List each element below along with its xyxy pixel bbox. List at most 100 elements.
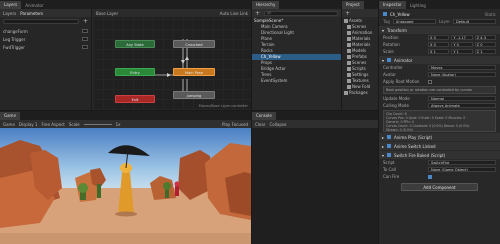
tab-animator[interactable]: Animator [21,2,47,9]
animator-graph[interactable]: Base Layer Auto Live Link Any State Crou… [93,9,251,110]
subtab-parameters[interactable]: Parameters [20,11,43,16]
rotation-x[interactable]: X 0 [428,42,450,47]
tab-layers[interactable]: Layers [0,1,22,9]
can-fire-checkbox[interactable] [428,174,432,179]
update-mode-dropdown[interactable]: Normal [428,96,496,101]
component-enabled-checkbox[interactable] [387,144,392,148]
folder-icon [347,37,351,41]
avatar-field[interactable]: None (Avatar) [428,72,496,77]
param-search[interactable] [3,19,79,24]
component-title: Switch Fire Baked (Script) [394,152,446,158]
folder-icon [347,73,351,77]
project-panel: Project + Assets Scenes Animation Materi… [342,0,378,110]
state-crouched[interactable]: Crouched [173,40,215,48]
parameters-column: Layers Parameters + changeForm Leg Trigg… [0,9,92,110]
display-mode-dropdown[interactable]: Game [3,122,15,127]
state-any-state[interactable]: Any State [115,40,155,48]
play-focused-dropdown[interactable]: Play Focused [222,122,248,127]
component-title: Anime Switch Linked [394,143,436,149]
folder-icon [344,91,348,95]
object-name[interactable]: Ch_Yellow [390,12,482,17]
param-row[interactable]: FwdTrigger [0,43,91,51]
game-panel: Game Game Display 1 Free Aspect Scale 1x… [0,111,251,244]
clip-info-box: Clip Count: 6 Curves Pos: 0 Quat: 0 Eule… [383,110,496,132]
component-enabled-checkbox[interactable] [387,135,392,139]
chevron-right-icon: ▸ [382,134,385,140]
hierarchy-search[interactable]: All [264,10,338,16]
console-tabbar: Console [252,111,378,120]
hierarchy-toolbar: + All [252,9,341,17]
rotation-z[interactable]: Z 0 [474,42,496,47]
add-parameter-icon[interactable]: + [83,18,88,25]
create-asset-icon[interactable]: + [345,10,350,17]
scale-label: Scale [68,121,80,127]
component-enabled-checkbox[interactable] [387,153,392,157]
param-name: Leg Trigger [3,36,26,42]
tag-dropdown[interactable]: Untagged [392,19,436,24]
root-motion-checkbox[interactable] [428,79,432,84]
game-viewport[interactable] [0,128,251,244]
animator-enabled-checkbox[interactable] [387,58,392,62]
position-y[interactable]: Y -1.17 [451,35,473,40]
state-entry[interactable]: Entry [115,68,155,76]
tab-game[interactable]: Game [0,112,20,120]
project-folder[interactable]: Packages [342,90,378,96]
console-log-area[interactable] [252,128,378,244]
param-list: changeForm Leg Trigger FwdTrigger [0,27,91,51]
scale-slider[interactable] [83,123,112,125]
subtab-layers[interactable]: Layers [3,11,16,16]
tab-hierarchy[interactable]: Hierarchy [252,1,280,9]
to-call-field[interactable]: None (Game Object) [428,167,496,172]
controller-field[interactable]: Moves [428,65,496,70]
param-row[interactable]: Leg Trigger [0,35,91,43]
tab-project[interactable]: Project [342,1,364,9]
script-field[interactable]: SwitchFire [428,160,496,165]
rotation-row: Rotation X 0 Y 0 Z 0 [379,41,500,48]
state-main-pose[interactable]: Main Pose [173,68,215,76]
param-row[interactable]: changeForm [0,27,91,35]
tab-lighting[interactable]: Lighting [406,2,430,9]
rotation-y[interactable]: Y 0 [451,42,473,47]
culling-mode-dropdown[interactable]: Always Animate [428,103,496,108]
component-header[interactable]: ▸ Anima Play (Script) [379,133,500,141]
position-z[interactable]: Z 4.3 [474,35,496,40]
position-x[interactable]: X 0 [428,35,450,40]
transform-header[interactable]: ▾ Transform [379,26,500,34]
animator-component-title: Animator [394,57,413,63]
project-tabbar: Project [342,0,378,9]
folder-icon [347,79,351,83]
aspect-dropdown[interactable]: Free Aspect [41,122,64,127]
component-header[interactable]: ▸ Anime Switch Linked [379,142,500,150]
active-checkbox[interactable] [383,12,387,16]
tab-inspector[interactable]: Inspector [379,1,406,9]
param-value[interactable] [82,29,88,33]
param-name: FwdTrigger [3,44,25,50]
animator-component-header[interactable]: ▾ Animator [379,56,500,64]
console-clear-button[interactable]: Clear [255,122,265,127]
culling-mode-row: Culling Mode Always Animate [379,102,500,109]
state-jumping[interactable]: Jumping [173,91,215,99]
root-motion-note: Root position or rotation are controlled… [383,86,496,94]
layer-dropdown[interactable]: Default [452,19,496,24]
state-exit[interactable]: Exit [115,95,155,103]
display-dropdown[interactable]: Display 1 [19,122,38,127]
hierarchy-row[interactable]: EventSystem [252,78,341,84]
add-object-icon[interactable]: + [255,10,260,17]
game-tabbar: Game [0,111,251,120]
folder-icon [347,61,351,65]
console-panel: Console Clear Collapse [252,111,378,244]
scale-z[interactable]: Z 1 [474,49,496,54]
param-name: changeForm [3,28,28,34]
component-header[interactable]: ▾ Switch Fire Baked (Script) [379,151,500,159]
chevron-down-icon: ▾ [382,57,385,63]
scale-x[interactable]: X 1 [428,49,450,54]
scale-y[interactable]: Y 1 [451,49,473,54]
param-value[interactable] [82,37,88,41]
param-value[interactable] [82,45,88,49]
tab-console[interactable]: Console [252,112,276,120]
scale-value: 1x [115,121,121,127]
add-component-button[interactable]: Add Component [401,183,478,191]
hierarchy-tabbar: Hierarchy [252,0,341,9]
folder-icon [347,55,351,59]
console-collapse-button[interactable]: Collapse [269,122,286,127]
